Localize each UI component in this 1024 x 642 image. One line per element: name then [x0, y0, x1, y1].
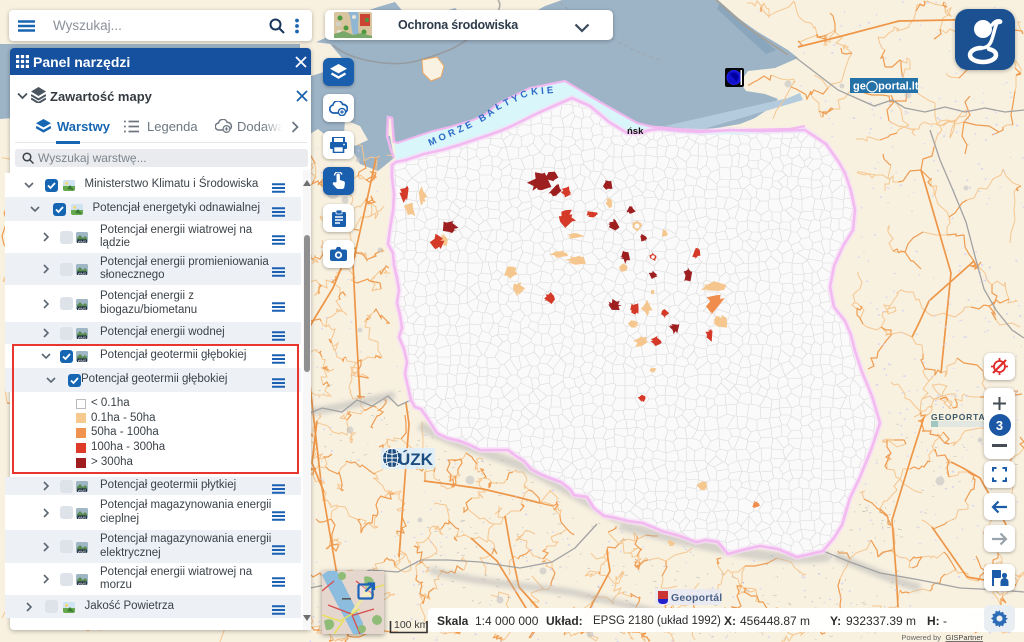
svg-text:WMS: WMS	[78, 272, 87, 275]
svg-text:WMS: WMS	[78, 515, 87, 518]
svg-text:WMS: WMS	[78, 489, 87, 492]
svg-text:WMS: WMS	[78, 336, 87, 339]
svg-text:ge◯portal.lt: ge◯portal.lt	[853, 81, 919, 93]
svg-text:ÚZK: ÚZK	[398, 450, 434, 469]
svg-text:100 km: 100 km	[394, 619, 429, 631]
svg-text:WMS: WMS	[78, 306, 87, 309]
svg-text:GISPartner: GISPartner	[945, 633, 983, 642]
svg-text:WMS: WMS	[78, 582, 87, 585]
svg-text:WMS: WMS	[78, 549, 87, 552]
svg-text:Geoportál: Geoportál	[671, 592, 722, 604]
svg-text:ńsk: ńsk	[627, 126, 644, 137]
svg-text:Powered by: Powered by	[901, 633, 941, 642]
svg-text:WMS: WMS	[78, 240, 87, 243]
